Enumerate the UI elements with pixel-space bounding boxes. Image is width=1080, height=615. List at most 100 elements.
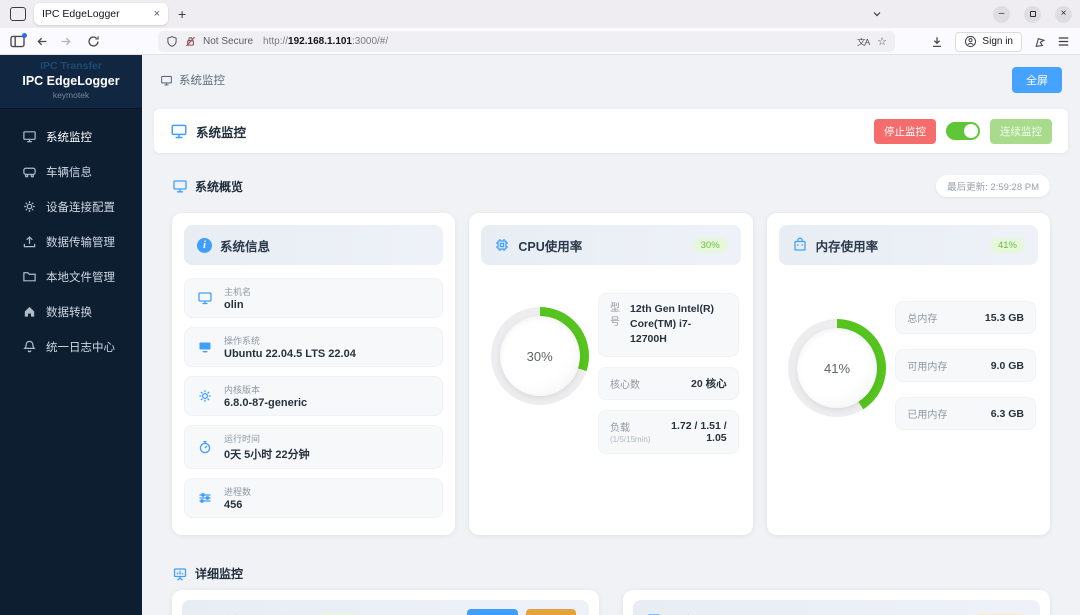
sign-in-button[interactable]: Sign in <box>955 31 1022 52</box>
extensions-icon[interactable] <box>1033 35 1046 48</box>
folder-icon <box>22 269 37 284</box>
app-subtitle: keymotek <box>52 90 90 100</box>
chevron-down-icon[interactable] <box>871 8 883 20</box>
cpu-cores-row: 核心数 20 核心 <box>598 366 739 400</box>
monitor-icon <box>172 178 188 194</box>
overview-section-title: 系统概览 <box>195 179 244 194</box>
cpu-icon <box>494 237 510 253</box>
forward-icon[interactable] <box>59 35 73 48</box>
sidebar-header: IPC Transfer IPC EdgeLogger keymotek <box>0 55 142 109</box>
url-bar[interactable]: Not Secure http://192.168.1.101:3000/#/ … <box>158 31 895 52</box>
browser-titlebar: IPC EdgeLogger × + – × <box>0 0 1080 28</box>
memory-gauge: 41% <box>788 319 886 417</box>
hamburger-icon[interactable] <box>1057 36 1070 47</box>
page-header: 系统监控 全屏 <box>142 55 1080 101</box>
app-title: IPC EdgeLogger <box>22 74 120 88</box>
upload-icon <box>22 234 37 249</box>
sysinfo-row-hostname: 主机名 olin <box>184 278 444 318</box>
sliders-icon <box>197 490 213 506</box>
sidebar-item-device-config[interactable]: 设备连接配置 <box>0 189 142 224</box>
info-icon: i <box>197 237 212 253</box>
sidebar-item-vehicle-info[interactable]: 车辆信息 <box>0 154 142 189</box>
stopwatch-icon <box>197 439 213 455</box>
presentation-board-icon <box>172 566 188 582</box>
tab-title: IPC EdgeLogger <box>42 8 120 20</box>
monitor-toggle[interactable] <box>946 122 980 140</box>
system-info-card: i 系统信息 主机名 olin 操作系统 Ubuntu 22.04.5 LTS 22… <box>172 213 456 535</box>
cpu-usage-card: CPU使用率 30% 30% 型号 12th Gen Intel(R) Core… <box>469 213 753 535</box>
monitor-icon <box>197 290 213 306</box>
url-text: http://192.168.1.101:3000/#/ <box>263 36 389 47</box>
disk-config-button[interactable]: ⚙配置 <box>466 608 518 615</box>
window-close-icon[interactable]: × <box>1055 5 1072 23</box>
last-update-badge: 最后更新: 2:59:28 PM <box>936 175 1050 197</box>
reload-icon[interactable] <box>87 35 100 48</box>
memory-gauge-label: 41% <box>823 360 851 376</box>
cpu-percent-badge: 30% <box>692 237 728 253</box>
insecure-lock-icon[interactable] <box>184 35 197 48</box>
disk-data-card: 磁盘与数据管理 38.0% ⚙配置 ↻刷新 <box>172 590 599 615</box>
sidebar-item-local-files[interactable]: 本地文件管理 <box>0 259 142 294</box>
cpu-gauge-label: 30% <box>526 348 553 364</box>
network-monitor-card: 网络监控 0.0 MB/s <box>623 590 1050 615</box>
sidebar-item-system-monitor[interactable]: 系统监控 <box>0 119 142 154</box>
memory-used-row: 已用内存 6.3 GB <box>895 397 1036 430</box>
monitor-control-card: 系统监控 停止监控 连续监控 <box>154 109 1068 153</box>
back-icon[interactable] <box>35 35 49 48</box>
monitor-icon <box>22 129 37 144</box>
stop-monitor-button[interactable]: 停止监控 <box>874 118 936 144</box>
memory-percent-badge: 41% <box>989 237 1025 253</box>
download-icon[interactable] <box>930 35 944 49</box>
memory-available-row: 可用内存 9.0 GB <box>895 349 1036 382</box>
cpu-load-row: 负载 (1/5/15min) 1.72 / 1.51 / 1.05 <box>598 409 739 454</box>
gear-icon <box>197 388 213 404</box>
app-back-title: IPC Transfer <box>40 60 102 72</box>
cpu-model-row: 型号 12th Gen Intel(R) Core(TM) i7-12700H <box>598 293 739 357</box>
memory-usage-card: 内存使用率 41% 41% 总内存 15.3 GB 可用内存 9.0 GB 已用… <box>766 213 1050 535</box>
continuous-monitor-button[interactable]: 连续监控 <box>990 118 1052 144</box>
sign-in-label: Sign in <box>982 36 1013 47</box>
home-icon <box>22 304 37 319</box>
overview-section-header: 系统概览 最后更新: 2:59:28 PM <box>172 175 1050 197</box>
system-info-title: 系统信息 <box>220 239 271 254</box>
star-icon[interactable]: ☆ <box>877 35 887 48</box>
shield-icon[interactable] <box>166 35 178 48</box>
sysinfo-row-uptime: 运行时间 0天 5小时 22分钟 <box>184 425 444 469</box>
control-card-title: 系统监控 <box>196 125 247 140</box>
minimize-icon[interactable]: – <box>993 5 1010 23</box>
tab-close-icon[interactable]: × <box>154 8 160 20</box>
bell-icon <box>22 339 37 354</box>
disk-refresh-button[interactable]: ↻刷新 <box>525 608 576 615</box>
browser-tab[interactable]: IPC EdgeLogger × <box>34 3 168 25</box>
sidebar-item-data-convert[interactable]: 数据转换 <box>0 294 142 329</box>
new-tab-icon[interactable]: + <box>178 6 186 22</box>
memory-total-row: 总内存 15.3 GB <box>895 301 1036 334</box>
monitor-icon <box>160 74 173 87</box>
memory-card-title: 内存使用率 <box>815 239 879 254</box>
page-title: 系统监控 <box>179 75 225 87</box>
notification-dot <box>22 32 27 38</box>
disk-card-title: 磁盘与数据管理 <box>218 611 306 615</box>
firefox-view-icon[interactable] <box>10 7 26 21</box>
sysinfo-row-kernel: 内核版本 6.8.0-87-generic <box>184 376 444 416</box>
sidebar-item-log-center[interactable]: 统一日志中心 <box>0 329 142 364</box>
memory-icon <box>792 237 808 253</box>
gear-icon <box>22 199 37 214</box>
main-content: 系统监控 全屏 系统监控 停止监控 连续监控 系统概览 最后更新: 2:59:2… <box>142 55 1080 615</box>
fullscreen-button[interactable]: 全屏 <box>1012 67 1062 93</box>
maximize-icon[interactable] <box>1024 5 1041 23</box>
sidebar: IPC Transfer IPC EdgeLogger keymotek 系统监… <box>0 55 142 615</box>
translate-icon[interactable]: 文A <box>857 36 870 48</box>
cpu-card-title: CPU使用率 <box>518 239 583 254</box>
not-secure-label: Not Secure <box>203 36 254 47</box>
browser-toolbar: Not Secure http://192.168.1.101:3000/#/ … <box>0 28 1080 55</box>
detail-section-title: 详细监控 <box>195 567 244 581</box>
detail-section-header: 详细监控 <box>172 565 1050 582</box>
vehicle-icon <box>22 164 37 179</box>
sidebar-menu: 系统监控 车辆信息 设备连接配置 数据传输管理 本地文件管理 数据转换 统一日志… <box>0 109 142 364</box>
sidebar-toggle-icon[interactable] <box>10 32 27 48</box>
sidebar-item-data-transfer[interactable]: 数据传输管理 <box>0 224 142 259</box>
cpu-gauge: 30% <box>490 307 589 405</box>
sysinfo-row-os: 操作系统 Ubuntu 22.04.5 LTS 22.04 <box>184 327 444 367</box>
sysinfo-row-processes: 进程数 456 <box>184 478 444 518</box>
